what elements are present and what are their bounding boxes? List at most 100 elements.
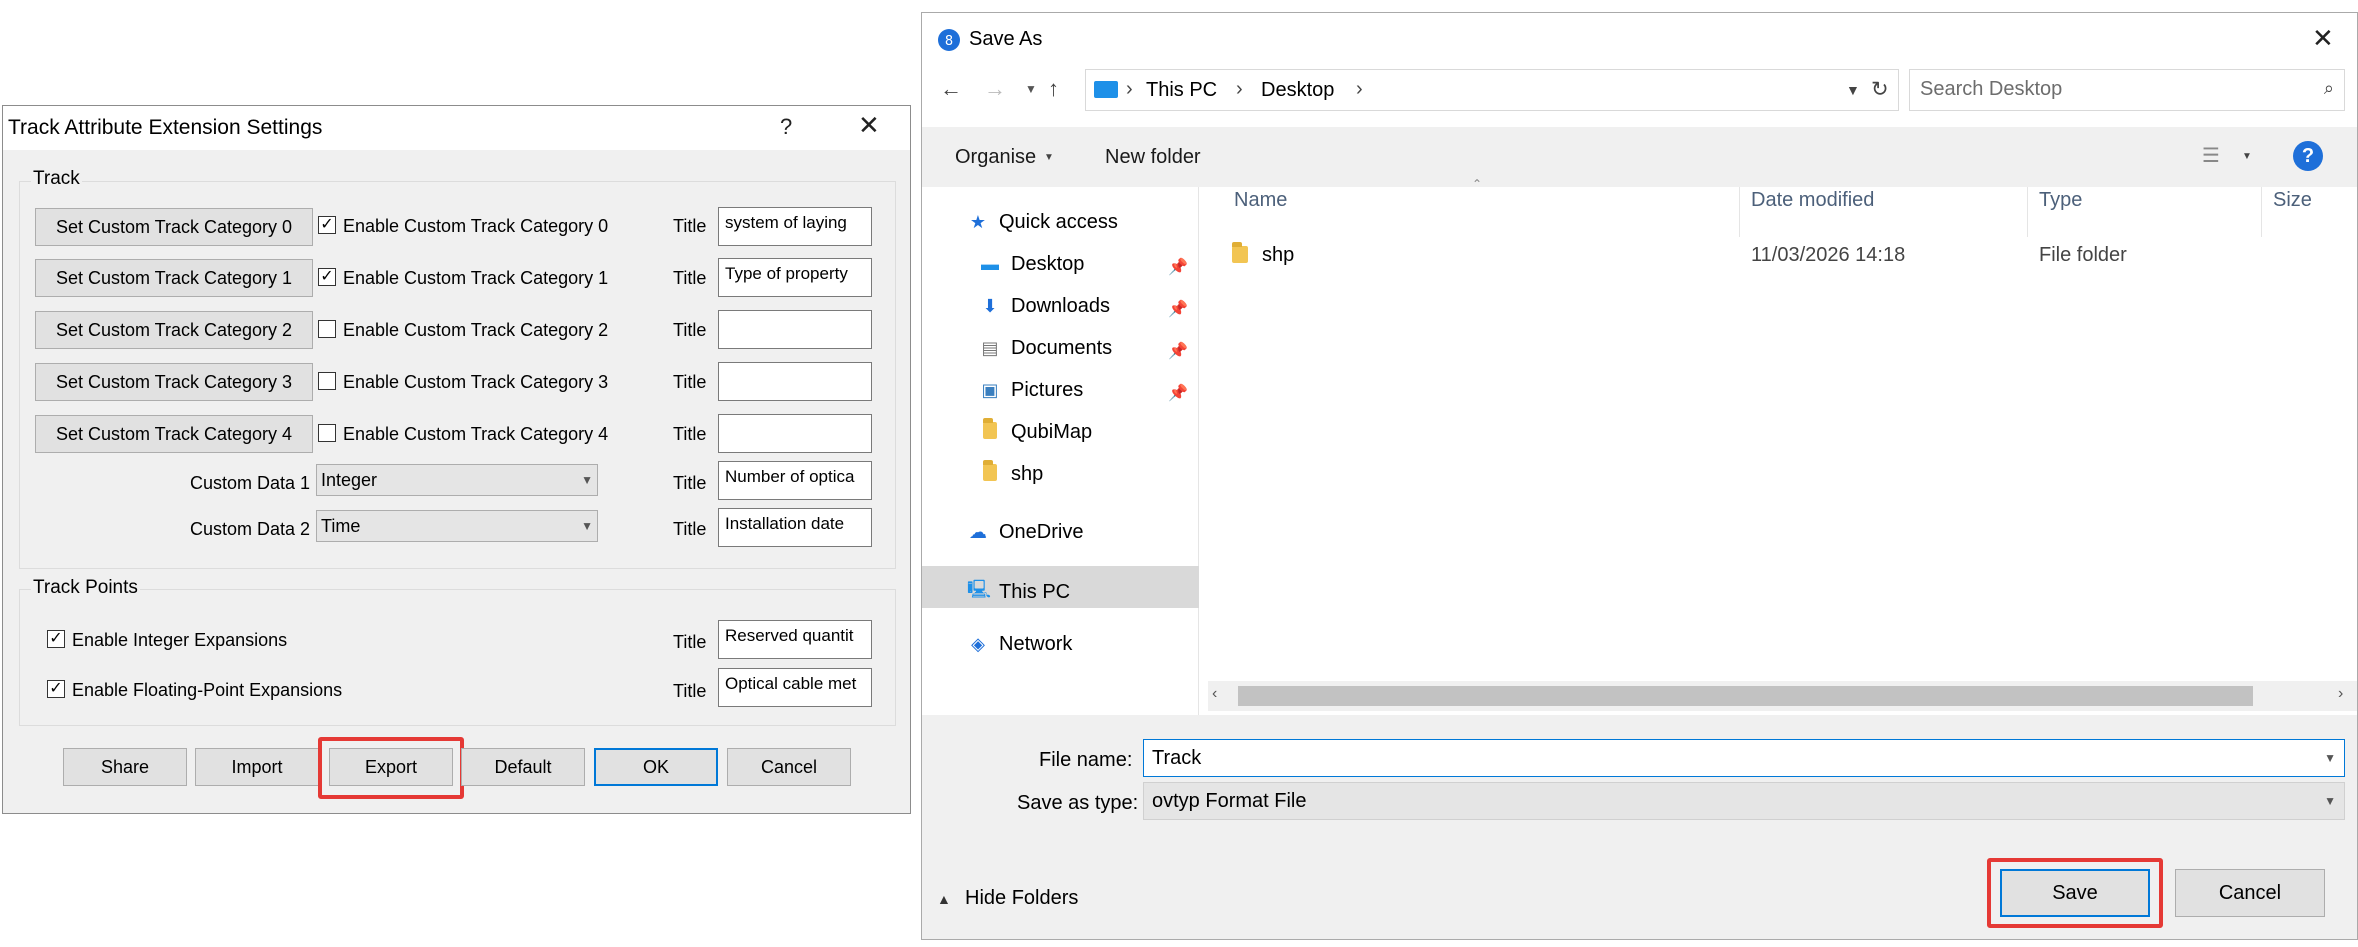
- nav-desktop[interactable]: ▬ Desktop: [979, 253, 1084, 276]
- column-separator[interactable]: [2027, 187, 2028, 237]
- address-bar[interactable]: › This PC › Desktop › ▼ ↻: [1085, 69, 1899, 111]
- nav-this-pc[interactable]: 🖳 This PC: [967, 577, 1070, 607]
- hide-folders-button[interactable]: Hide Folders: [965, 887, 1078, 910]
- category-1-checkbox[interactable]: ✓: [318, 268, 336, 286]
- column-type[interactable]: Type: [2039, 189, 2082, 212]
- back-arrow-icon[interactable]: ←: [940, 76, 962, 102]
- chevron-down-icon[interactable]: ▼: [1846, 82, 1860, 98]
- category-2-title-input[interactable]: [718, 310, 872, 349]
- category-0-title-input[interactable]: system of laying: [718, 207, 872, 246]
- search-input[interactable]: Search Desktop ⌕: [1909, 69, 2345, 111]
- integer-expansions-title-input[interactable]: Reserved quantit: [718, 620, 872, 659]
- floating-point-expansions-title-input[interactable]: Optical cable met: [718, 668, 872, 707]
- chevron-down-icon: ▼: [581, 519, 593, 533]
- custom-data-2-title-input[interactable]: Installation date: [718, 508, 872, 547]
- scroll-right-icon[interactable]: ›: [2338, 685, 2343, 703]
- scrollbar-thumb[interactable]: [1238, 686, 2253, 706]
- nav-label: QubiMap: [1011, 421, 1093, 443]
- column-date-modified[interactable]: Date modified: [1751, 189, 1874, 212]
- help-icon[interactable]: ?: [780, 114, 792, 140]
- scroll-left-icon[interactable]: ‹: [1212, 685, 1217, 703]
- nav-downloads[interactable]: ⬇ Downloads: [979, 295, 1110, 318]
- app-icon: 8: [938, 29, 960, 51]
- chevron-down-icon: ▼: [2324, 794, 2336, 808]
- breadcrumb-this-pc[interactable]: This PC: [1146, 79, 1217, 102]
- category-4-title-input[interactable]: [718, 414, 872, 453]
- column-size[interactable]: Size: [2273, 189, 2312, 212]
- category-2-checkbox-label: Enable Custom Track Category 2: [343, 320, 609, 340]
- refresh-icon[interactable]: ↻: [1871, 77, 1889, 102]
- set-category-0-button[interactable]: Set Custom Track Category 0: [35, 208, 313, 246]
- custom-data-2-select[interactable]: Time ▼: [316, 510, 598, 542]
- help-icon[interactable]: ?: [2293, 141, 2323, 171]
- column-separator[interactable]: [2261, 187, 2262, 237]
- nav-onedrive[interactable]: ☁ OneDrive: [967, 521, 1083, 544]
- cancel-button[interactable]: Cancel: [2175, 869, 2325, 917]
- category-1-title-input[interactable]: Type of property: [718, 258, 872, 297]
- pin-icon[interactable]: 📌: [1168, 257, 1188, 277]
- command-bar: Organise ▼ New folder ☰ ▼ ?: [922, 127, 2357, 187]
- file-name-label: File name:: [1039, 749, 1133, 771]
- pin-icon[interactable]: 📌: [1168, 299, 1188, 319]
- forward-arrow-icon[interactable]: →: [984, 76, 1006, 102]
- cloud-icon: ☁: [969, 522, 987, 542]
- custom-data-1-title-input[interactable]: Number of optica: [718, 461, 872, 500]
- breadcrumb-desktop[interactable]: Desktop: [1261, 79, 1334, 102]
- file-type-cell: File folder: [2039, 244, 2127, 266]
- chevron-down-icon[interactable]: ▼: [2324, 751, 2336, 765]
- view-options-icon[interactable]: ☰: [2202, 143, 2220, 168]
- svg-text:8: 8: [945, 34, 953, 49]
- title-label: Title: [673, 519, 707, 539]
- search-placeholder: Search Desktop: [1920, 78, 2063, 100]
- new-folder-button[interactable]: New folder: [1105, 146, 1201, 169]
- column-name[interactable]: Name: [1234, 189, 1287, 212]
- document-icon: ▤: [981, 338, 999, 358]
- breadcrumb-chevron-icon: ›: [1236, 78, 1243, 100]
- save-type-select[interactable]: ovtyp Format File ▼: [1143, 782, 2345, 820]
- save-type-value: ovtyp Format File: [1152, 789, 1307, 812]
- horizontal-scrollbar[interactable]: ‹ ›: [1208, 681, 2357, 711]
- category-2-checkbox[interactable]: [318, 320, 336, 338]
- file-name-input[interactable]: Track ▼: [1143, 739, 2345, 777]
- nav-shp[interactable]: shp: [979, 459, 1043, 486]
- chevron-down-icon[interactable]: ▼: [2242, 151, 2252, 162]
- custom-data-1-select[interactable]: Integer ▼: [316, 464, 598, 496]
- floating-point-expansions-checkbox[interactable]: ✓: [47, 680, 65, 698]
- save-as-dialog: 8 Save As ✕ ← → ▼ ↑ › This PC › Desktop …: [921, 12, 2358, 940]
- close-icon[interactable]: ✕: [858, 110, 880, 141]
- set-category-2-button[interactable]: Set Custom Track Category 2: [35, 311, 313, 349]
- recent-locations-icon[interactable]: ▼: [1025, 82, 1037, 96]
- set-category-1-button[interactable]: Set Custom Track Category 1: [35, 259, 313, 297]
- nav-label: Network: [999, 633, 1073, 655]
- close-icon[interactable]: ✕: [2312, 23, 2334, 54]
- cancel-button[interactable]: Cancel: [727, 748, 851, 786]
- set-category-4-button[interactable]: Set Custom Track Category 4: [35, 415, 313, 453]
- table-row[interactable]: shp 11/03/2026 14:18 File folder: [1222, 237, 2352, 273]
- column-separator[interactable]: [1739, 187, 1740, 237]
- pin-icon[interactable]: 📌: [1168, 341, 1188, 361]
- set-category-3-button[interactable]: Set Custom Track Category 3: [35, 363, 313, 401]
- default-button[interactable]: Default: [461, 748, 585, 786]
- integer-expansions-checkbox[interactable]: ✓: [47, 630, 65, 648]
- category-3-title-input[interactable]: [718, 362, 872, 401]
- integer-expansions-label: Enable Integer Expansions: [72, 630, 288, 650]
- nav-quick-access[interactable]: ★ Quick access: [967, 211, 1118, 234]
- computer-icon: 🖳: [967, 579, 992, 599]
- category-3-checkbox[interactable]: [318, 372, 336, 390]
- file-name-cell: shp: [1262, 244, 1295, 266]
- pin-icon[interactable]: 📌: [1168, 383, 1188, 403]
- nav-network[interactable]: ◈ Network: [967, 633, 1072, 656]
- nav-pictures[interactable]: ▣ Pictures: [979, 379, 1083, 402]
- ok-button[interactable]: OK: [594, 748, 718, 786]
- up-arrow-icon[interactable]: ↑: [1048, 76, 1059, 102]
- nav-documents[interactable]: ▤ Documents: [979, 337, 1112, 360]
- share-button[interactable]: Share: [63, 748, 187, 786]
- chevron-up-icon[interactable]: ▲: [937, 891, 951, 907]
- folder-icon: [979, 459, 1001, 486]
- organise-button[interactable]: Organise: [955, 146, 1036, 169]
- import-button[interactable]: Import: [195, 748, 319, 786]
- this-pc-icon: [1094, 81, 1118, 98]
- nav-qubimap[interactable]: QubiMap: [979, 417, 1093, 444]
- category-4-checkbox[interactable]: [318, 424, 336, 442]
- category-0-checkbox[interactable]: ✓: [318, 216, 336, 234]
